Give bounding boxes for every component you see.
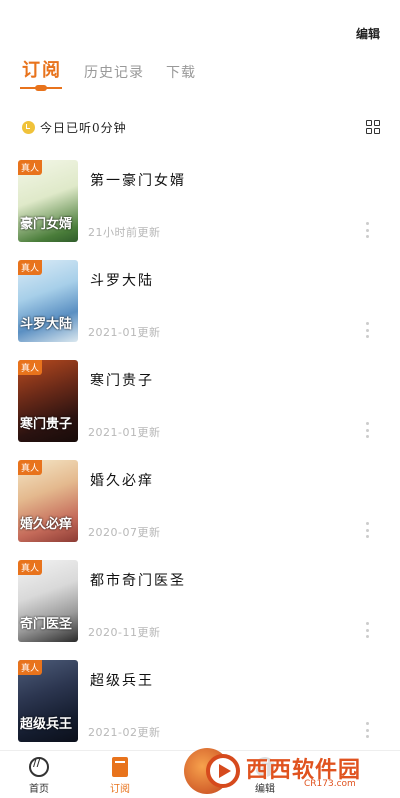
book-item[interactable]: 真人 豪门女婿 第一豪门女婿 21小时前更新 — [0, 158, 400, 258]
tab-history[interactable]: 历史记录 — [84, 62, 144, 82]
book-title[interactable]: 都市奇门医圣 — [90, 570, 186, 590]
tab-downloads[interactable]: 下载 — [166, 62, 196, 82]
clock-icon — [22, 120, 35, 134]
voice-badge: 真人 — [18, 260, 43, 275]
tab-subscriptions[interactable]: 订阅 — [22, 56, 62, 82]
cover-title-art: 斗罗大陆 — [20, 317, 73, 332]
voice-badge: 真人 — [18, 560, 43, 575]
grid-view-icon[interactable] — [366, 120, 380, 134]
library-tabs: 订阅 历史记录 下载 — [22, 56, 218, 82]
voice-badge: 真人 — [18, 160, 43, 175]
book-item[interactable]: 真人 婚久必痒 婚久必痒 2020-07更新 — [0, 458, 400, 558]
book-title[interactable]: 超级兵王 — [90, 670, 154, 690]
book-cover[interactable]: 真人 斗罗大陆 — [18, 260, 78, 342]
book-title[interactable]: 婚久必痒 — [90, 470, 154, 490]
book-update-time: 2021-01更新 — [88, 326, 161, 339]
book-title[interactable]: 第一豪门女婿 — [90, 170, 186, 190]
book-title[interactable]: 寒门贵子 — [90, 370, 154, 390]
cover-title-art: 超级兵王 — [20, 717, 73, 732]
active-tab-indicator — [20, 85, 62, 91]
more-options-icon[interactable] — [366, 222, 370, 238]
book-update-time: 2020-11更新 — [88, 626, 161, 639]
book-list: 真人 豪门女婿 第一豪门女婿 21小时前更新 真人 斗罗大陆 斗罗大陆 2021… — [0, 158, 400, 758]
nav-home[interactable]: 首页 — [14, 757, 64, 795]
cover-title-art: 豪门女婿 — [20, 217, 73, 232]
book-update-time: 2021-02更新 — [88, 726, 161, 739]
book-title[interactable]: 斗罗大陆 — [90, 270, 154, 290]
book-item[interactable]: 真人 奇门医圣 都市奇门医圣 2020-11更新 — [0, 558, 400, 658]
site-watermark: 西西软件园 CR173.com — [184, 748, 384, 794]
book-item[interactable]: 真人 寒门贵子 寒门贵子 2021-01更新 — [0, 358, 400, 458]
book-cover[interactable]: 真人 超级兵王 — [18, 660, 78, 742]
top-bar: 编辑 — [0, 0, 400, 48]
more-options-icon[interactable] — [366, 722, 370, 738]
listen-summary-text: 今日已听0分钟 — [40, 120, 127, 135]
more-options-icon[interactable] — [366, 622, 370, 638]
play-icon — [206, 754, 240, 788]
nav-subscriptions[interactable]: 订阅 — [95, 757, 145, 795]
cover-title-art: 婚久必痒 — [20, 517, 73, 532]
book-update-time: 21小时前更新 — [88, 226, 161, 239]
cover-title-art: 奇门医圣 — [20, 617, 73, 632]
book-cover[interactable]: 真人 寒门贵子 — [18, 360, 78, 442]
book-item[interactable]: 真人 超级兵王 超级兵王 2021-02更新 — [0, 658, 400, 758]
home-icon — [29, 757, 49, 777]
cover-title-art: 寒门贵子 — [20, 417, 73, 432]
book-cover[interactable]: 真人 婚久必痒 — [18, 460, 78, 542]
book-update-time: 2020-07更新 — [88, 526, 161, 539]
book-cover[interactable]: 真人 豪门女婿 — [18, 160, 78, 242]
more-options-icon[interactable] — [366, 422, 370, 438]
nav-subscriptions-label: 订阅 — [110, 784, 130, 795]
voice-badge: 真人 — [18, 360, 43, 375]
edit-button[interactable]: 编辑 — [356, 25, 380, 42]
watermark-url: CR173.com — [304, 779, 356, 789]
more-options-icon[interactable] — [366, 522, 370, 538]
bookmark-icon — [112, 757, 128, 777]
book-update-time: 2021-01更新 — [88, 426, 161, 439]
listen-summary-row: 今日已听0分钟 — [22, 116, 380, 138]
voice-badge: 真人 — [18, 660, 43, 675]
book-cover[interactable]: 真人 奇门医圣 — [18, 560, 78, 642]
voice-badge: 真人 — [18, 460, 43, 475]
book-item[interactable]: 真人 斗罗大陆 斗罗大陆 2021-01更新 — [0, 258, 400, 358]
more-options-icon[interactable] — [366, 322, 370, 338]
nav-home-label: 首页 — [29, 784, 49, 795]
